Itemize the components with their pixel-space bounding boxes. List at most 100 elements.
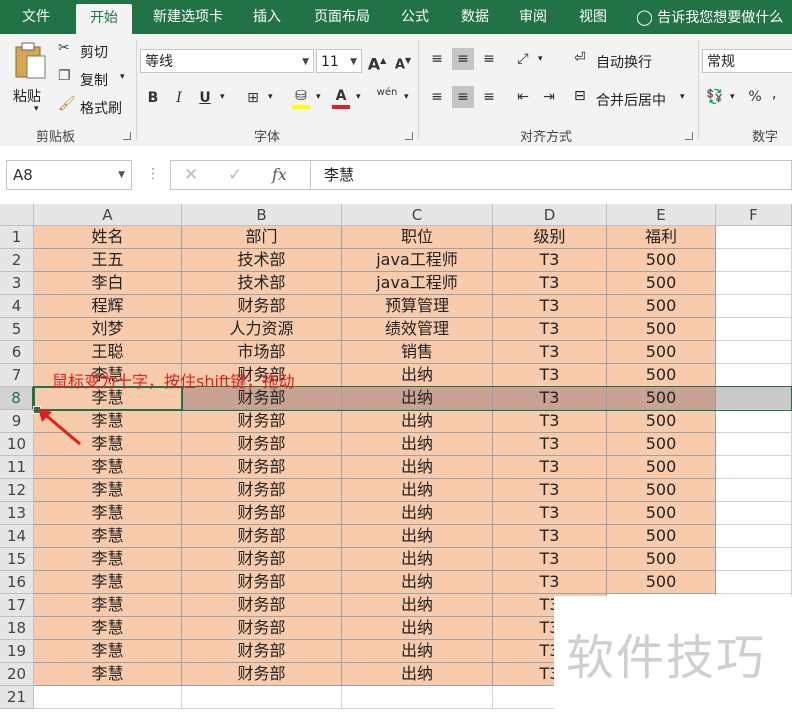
row-header[interactable]: 7 — [0, 364, 34, 387]
cell[interactable]: 市场部 — [182, 341, 342, 364]
row-header[interactable]: 9 — [0, 410, 34, 433]
cell[interactable]: 姓名 — [34, 226, 182, 249]
increase-indent-button[interactable]: ⇥ — [538, 86, 560, 108]
select-all-corner[interactable] — [0, 204, 34, 226]
cell[interactable]: 出纳 — [342, 433, 493, 456]
cell[interactable]: 李慧 — [34, 525, 182, 548]
cell[interactable] — [342, 686, 493, 709]
underline-button[interactable]: U — [194, 87, 216, 109]
tab-view[interactable]: 视图 — [570, 0, 616, 34]
orientation-dropdown-icon[interactable]: ▾ — [538, 54, 543, 64]
cell[interactable]: 预算管理 — [342, 295, 493, 318]
copy-button[interactable]: ❐ 复制 ▾ — [58, 68, 130, 90]
column-header[interactable]: C — [342, 204, 493, 226]
accounting-dropdown-icon[interactable]: ▾ — [730, 92, 735, 102]
cell[interactable]: 500 — [607, 410, 716, 433]
cell[interactable]: java工程师 — [342, 272, 493, 295]
cell[interactable] — [716, 502, 792, 525]
copy-dropdown-icon[interactable]: ▾ — [120, 72, 125, 82]
cell[interactable] — [716, 571, 792, 594]
tab-home[interactable]: 开始 — [76, 4, 132, 34]
align-center-button[interactable]: ≡ — [452, 86, 474, 108]
cell[interactable]: T3 — [493, 548, 607, 571]
cell[interactable]: 李慧 — [34, 502, 182, 525]
cell[interactable]: 财务部 — [182, 479, 342, 502]
row-header[interactable]: 15 — [0, 548, 34, 571]
cell[interactable]: T3 — [493, 318, 607, 341]
cell[interactable]: T3 — [493, 433, 607, 456]
cell[interactable]: 出纳 — [342, 479, 493, 502]
cell[interactable] — [716, 433, 792, 456]
tab-page-layout[interactable]: 页面布局 — [304, 0, 380, 34]
align-right-button[interactable]: ≡ — [478, 86, 500, 108]
cell[interactable]: 500 — [607, 272, 716, 295]
column-header[interactable]: F — [716, 204, 792, 226]
cell[interactable]: T3 — [493, 341, 607, 364]
align-middle-button[interactable]: ≡ — [452, 48, 474, 70]
row-header[interactable]: 11 — [0, 456, 34, 479]
cell[interactable] — [716, 272, 792, 295]
row-header[interactable]: 1 — [0, 226, 34, 249]
cell[interactable]: 财务部 — [182, 525, 342, 548]
tab-formulas[interactable]: 公式 — [392, 0, 438, 34]
cell[interactable]: 财务部 — [182, 571, 342, 594]
cell[interactable]: 财务部 — [182, 594, 342, 617]
align-top-button[interactable]: ≡ — [426, 48, 448, 70]
cell[interactable]: 销售 — [342, 341, 493, 364]
cell[interactable] — [716, 318, 792, 341]
cell[interactable]: T3 — [493, 502, 607, 525]
name-box[interactable]: A8 ▼ — [6, 160, 132, 190]
cell[interactable]: T3 — [493, 249, 607, 272]
row-header[interactable]: 13 — [0, 502, 34, 525]
cell[interactable] — [716, 249, 792, 272]
cell[interactable]: 财务部 — [182, 617, 342, 640]
shrink-font-button[interactable]: A▼ — [392, 50, 414, 72]
cell[interactable]: 出纳 — [342, 663, 493, 686]
alignment-launcher-icon[interactable] — [685, 132, 693, 140]
cell[interactable]: 人力资源 — [182, 318, 342, 341]
row-header[interactable]: 19 — [0, 640, 34, 663]
cell[interactable]: 李慧 — [34, 571, 182, 594]
name-box-dropdown-icon[interactable]: ▼ — [118, 161, 125, 189]
font-color-dropdown-icon[interactable]: ▾ — [356, 92, 361, 102]
cell[interactable]: 出纳 — [342, 571, 493, 594]
cell[interactable]: 500 — [607, 525, 716, 548]
cell[interactable]: 李慧 — [34, 663, 182, 686]
italic-button[interactable]: I — [168, 87, 190, 109]
cell[interactable]: 500 — [607, 548, 716, 571]
cell[interactable]: 出纳 — [342, 548, 493, 571]
cell[interactable]: 绩效管理 — [342, 318, 493, 341]
cell[interactable]: 出纳 — [342, 525, 493, 548]
cell[interactable]: 500 — [607, 249, 716, 272]
column-header[interactable]: A — [34, 204, 182, 226]
row-header[interactable]: 6 — [0, 341, 34, 364]
cell[interactable]: 李慧 — [34, 548, 182, 571]
row-header[interactable]: 14 — [0, 525, 34, 548]
merge-center-button[interactable]: ⊟ 合并后居中 ▾ — [574, 86, 694, 110]
cell[interactable]: 出纳 — [342, 617, 493, 640]
row-header[interactable]: 10 — [0, 433, 34, 456]
cell[interactable]: 500 — [607, 318, 716, 341]
percent-button[interactable]: % — [744, 86, 766, 108]
cell[interactable]: 出纳 — [342, 640, 493, 663]
cell[interactable]: 500 — [607, 295, 716, 318]
underline-dropdown-icon[interactable]: ▾ — [220, 92, 225, 102]
tab-review[interactable]: 审阅 — [510, 0, 556, 34]
cell[interactable]: 500 — [607, 571, 716, 594]
cut-button[interactable]: ✂ 剪切 — [58, 40, 118, 62]
row-header[interactable]: 4 — [0, 295, 34, 318]
cell[interactable]: 出纳 — [342, 594, 493, 617]
cell[interactable] — [716, 456, 792, 479]
column-header[interactable]: E — [607, 204, 716, 226]
cell[interactable]: T3 — [493, 571, 607, 594]
row-header[interactable]: 5 — [0, 318, 34, 341]
bold-button[interactable]: B — [142, 87, 164, 109]
cell[interactable] — [716, 341, 792, 364]
row-header[interactable]: 8 — [0, 387, 34, 410]
cell[interactable]: T3 — [493, 456, 607, 479]
cell[interactable]: 财务部 — [182, 502, 342, 525]
cell[interactable]: 李慧 — [34, 479, 182, 502]
phonetic-dropdown-icon[interactable]: ▾ — [404, 92, 409, 102]
number-format-combo[interactable]: 常规 — [702, 49, 792, 73]
cell[interactable]: 500 — [607, 433, 716, 456]
